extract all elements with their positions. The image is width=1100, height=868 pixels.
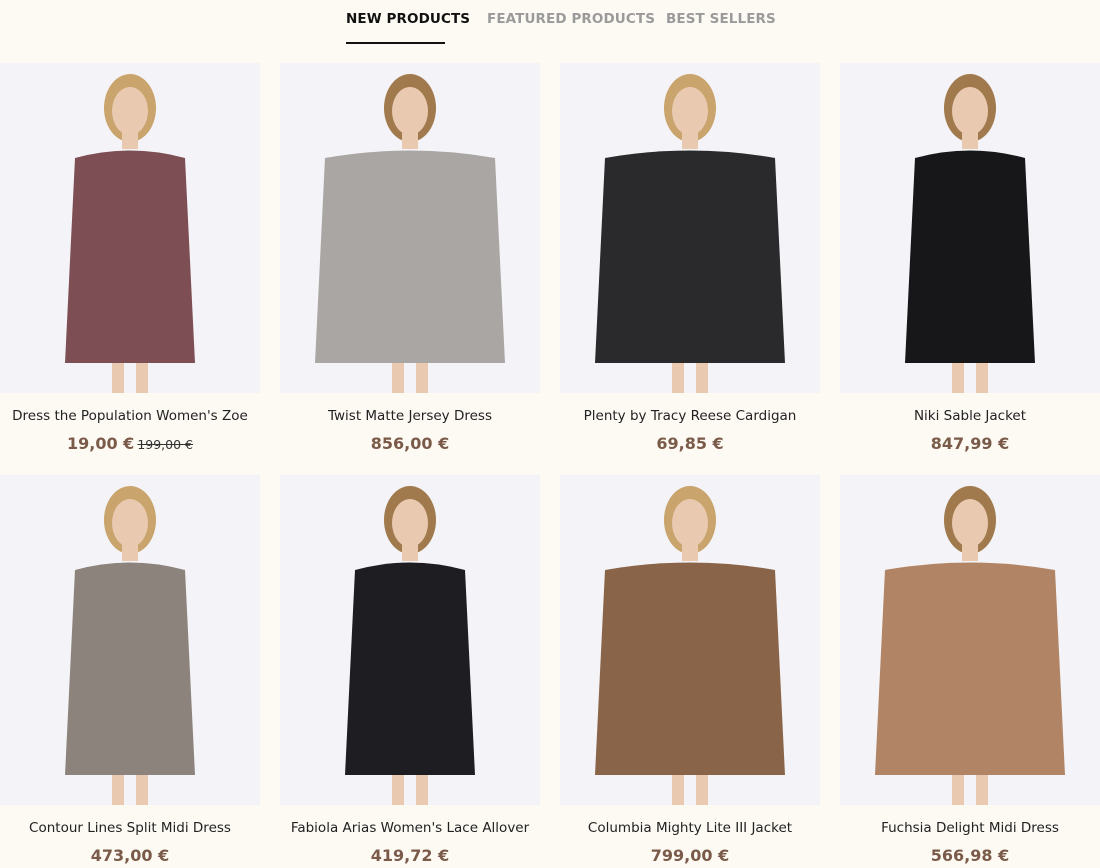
price-row: 847,99 € (840, 434, 1100, 453)
product-image[interactable] (0, 475, 260, 805)
price-row: 856,00 € (280, 434, 540, 453)
price-row: 19,00 €199,00 € (0, 434, 260, 453)
model-photo-icon (280, 63, 540, 393)
price-row: 566,98 € (840, 846, 1100, 865)
product-old-price: 199,00 € (137, 437, 193, 452)
product-image[interactable] (560, 475, 820, 805)
product-name[interactable]: Contour Lines Split Midi Dress (0, 820, 260, 836)
product-price: 566,98 € (930, 846, 1010, 865)
product-name[interactable]: Fabiola Arias Women's Lace Allover (280, 820, 540, 836)
model-photo-icon (840, 63, 1100, 393)
price-row: 799,00 € (560, 846, 820, 865)
model-photo-icon (0, 475, 260, 805)
product-image[interactable] (280, 63, 540, 393)
product-image[interactable] (280, 475, 540, 805)
product-price: 799,00 € (650, 846, 730, 865)
product-tabs: NEW PRODUCTS FEATURED PRODUCTS BEST SELL… (0, 0, 1100, 50)
product-price: 473,00 € (90, 846, 170, 865)
product-name[interactable]: Niki Sable Jacket (840, 408, 1100, 424)
tab-new-products[interactable]: NEW PRODUCTS (346, 11, 470, 27)
model-photo-icon (840, 475, 1100, 805)
product-image[interactable] (840, 475, 1100, 805)
product-name[interactable]: Columbia Mighty Lite III Jacket (560, 820, 820, 836)
product-image[interactable] (560, 63, 820, 393)
product-price: 419,72 € (370, 846, 450, 865)
product-price: 847,99 € (930, 434, 1010, 453)
model-photo-icon (560, 475, 820, 805)
tab-best-sellers[interactable]: BEST SELLERS (666, 11, 776, 27)
model-photo-icon (280, 475, 540, 805)
tab-featured-products[interactable]: FEATURED PRODUCTS (487, 11, 655, 27)
product-name[interactable]: Dress the Population Women's Zoe (0, 408, 260, 424)
product-name[interactable]: Fuchsia Delight Midi Dress (840, 820, 1100, 836)
model-photo-icon (0, 63, 260, 393)
price-row: 69,85 € (560, 434, 820, 453)
active-tab-indicator (346, 42, 445, 44)
product-price: 19,00 € (67, 434, 135, 453)
product-name[interactable]: Plenty by Tracy Reese Cardigan (560, 408, 820, 424)
product-image[interactable] (0, 63, 260, 393)
price-row: 419,72 € (280, 846, 540, 865)
product-price: 69,85 € (656, 434, 724, 453)
model-photo-icon (560, 63, 820, 393)
price-row: 473,00 € (0, 846, 260, 865)
product-image[interactable] (840, 63, 1100, 393)
product-name[interactable]: Twist Matte Jersey Dress (280, 408, 540, 424)
product-price: 856,00 € (370, 434, 450, 453)
